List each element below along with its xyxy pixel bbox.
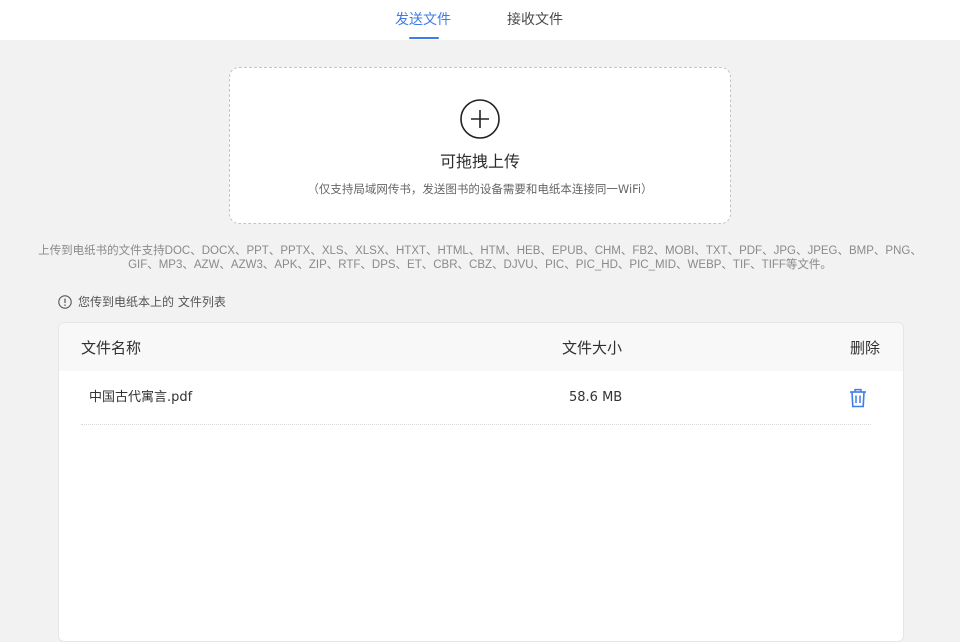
active-tab-indicator (409, 37, 439, 39)
tab-receive-files[interactable]: 接收文件 (507, 10, 563, 30)
file-list-panel: 文件名称 文件大小 删除 中国古代寓言.pdf 58.6 MB (58, 322, 904, 642)
column-header-delete: 删除 (850, 339, 881, 357)
supported-formats-line-2: GIF、MP3、AZW、AZW3、APK、ZIP、RTF、DPS、ET、CBR、… (128, 259, 832, 271)
file-size: 58.6 MB (569, 390, 623, 405)
trash-icon[interactable] (849, 388, 867, 408)
column-header-size: 文件大小 (562, 339, 623, 357)
upload-dropzone[interactable]: 可拖拽上传 （仅支持局域网传书，发送图书的设备需要和电纸本连接同一WiFi） (229, 67, 731, 224)
file-name: 中国古代寓言.pdf (89, 390, 193, 405)
column-header-name: 文件名称 (81, 339, 142, 357)
info-icon (58, 295, 72, 309)
plus-circle-icon (460, 99, 500, 139)
upload-title: 可拖拽上传 (439, 152, 520, 171)
file-list-caption-text: 您传到电纸本上的 文件列表 (78, 295, 226, 309)
supported-formats-line-1: 上传到电纸书的文件支持DOC、DOCX、PPT、PPTX、XLS、XLSX、HT… (38, 245, 922, 257)
file-list-header: 文件名称 文件大小 删除 (59, 323, 903, 371)
file-list-caption: 您传到电纸本上的 文件列表 (58, 294, 226, 310)
supported-formats-text: 上传到电纸书的文件支持DOC、DOCX、PPT、PPTX、XLS、XLSX、HT… (0, 244, 960, 272)
tab-bar: 发送文件 接收文件 (0, 0, 960, 40)
tab-send-files[interactable]: 发送文件 (395, 10, 451, 30)
table-row: 中国古代寓言.pdf 58.6 MB (81, 371, 871, 425)
upload-hint: （仅支持局域网传书，发送图书的设备需要和电纸本连接同一WiFi） (307, 182, 653, 196)
